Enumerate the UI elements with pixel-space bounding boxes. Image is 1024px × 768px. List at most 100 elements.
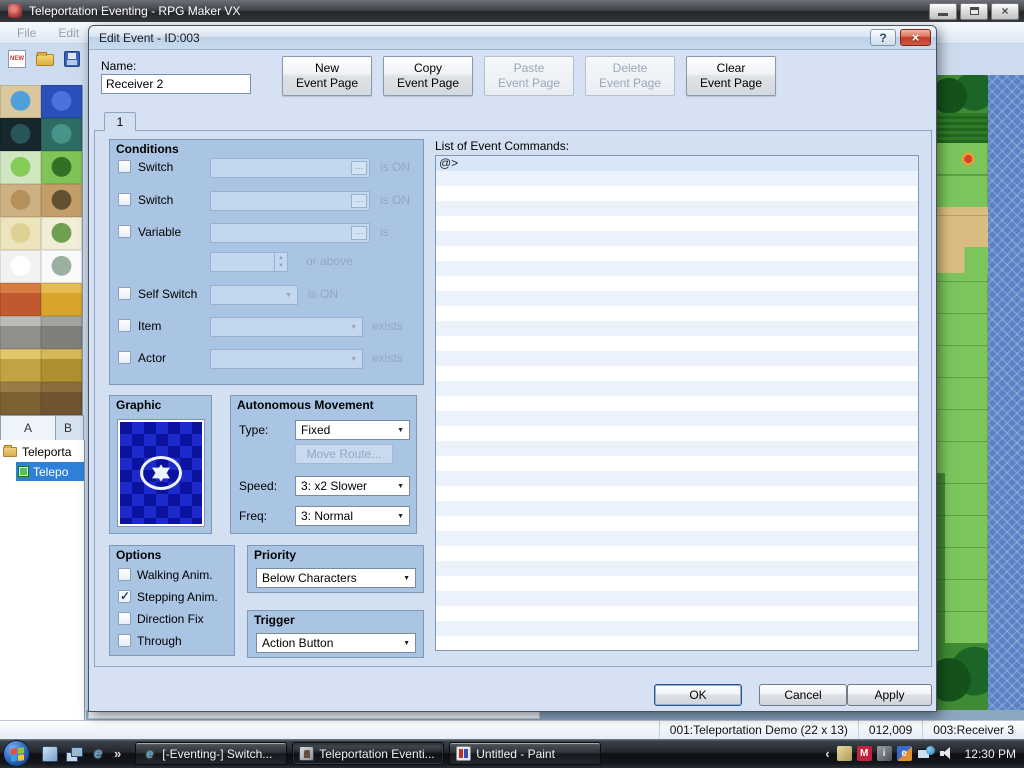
mcafee-icon[interactable]: M <box>857 746 872 761</box>
map-tile-tree[interactable] <box>936 75 988 113</box>
tileset-tile[interactable] <box>0 283 41 316</box>
map-tile-tree[interactable] <box>936 643 988 710</box>
trigger-title: Trigger <box>254 613 295 627</box>
switch-windows-icon[interactable] <box>66 746 82 762</box>
new-project-icon[interactable] <box>8 50 26 68</box>
scheduler-icon[interactable] <box>837 746 852 761</box>
open-project-icon[interactable] <box>36 54 54 66</box>
tileset-tile[interactable] <box>41 118 82 151</box>
task-button-rpg-maker[interactable]: Teleportation Eventi... <box>292 742 444 765</box>
tileset-tile[interactable] <box>41 349 82 382</box>
start-button[interactable] <box>3 740 30 767</box>
actor-checkbox[interactable] <box>118 351 131 364</box>
tileset-tile[interactable] <box>0 382 41 415</box>
through-checkbox[interactable] <box>118 634 131 647</box>
tree-item-project[interactable]: Teleporta <box>0 440 84 461</box>
tileset-tile[interactable] <box>0 250 41 283</box>
event-commands-list[interactable]: @> <box>435 155 919 651</box>
movement-speed-combo[interactable]: 3: x2 Slower <box>295 476 410 496</box>
map-tile-bush[interactable] <box>936 113 988 143</box>
quick-launch-overflow-chevron[interactable]: » <box>114 746 121 761</box>
menu-edit[interactable]: Edit <box>47 26 90 40</box>
network-icon[interactable] <box>917 746 935 761</box>
self-switch-checkbox[interactable] <box>118 287 131 300</box>
ok-button[interactable]: OK <box>654 684 742 706</box>
tileset-tile[interactable] <box>41 151 82 184</box>
button-label: Copy <box>414 61 442 76</box>
tileset-tile[interactable] <box>0 316 41 349</box>
tileset-tile[interactable] <box>0 85 41 118</box>
apply-button[interactable]: Apply <box>847 684 932 706</box>
quick-launch: e <box>42 746 106 762</box>
tileset-tile[interactable] <box>41 283 82 316</box>
e-tray-icon[interactable]: e <box>897 746 912 761</box>
minimize-button[interactable] <box>929 3 957 20</box>
tileset-tile[interactable] <box>0 184 41 217</box>
tileset-tile[interactable] <box>0 349 41 382</box>
tileset-tab-a[interactable]: A <box>0 415 56 440</box>
tileset-tile[interactable] <box>41 217 82 250</box>
walking-anim-checkbox[interactable] <box>118 568 131 581</box>
map-tile-flower[interactable] <box>936 143 988 175</box>
dialog-close-button[interactable] <box>900 29 931 46</box>
clock[interactable]: 12:30 PM <box>965 747 1016 761</box>
movement-freq-combo[interactable]: 3: Normal <box>295 506 410 526</box>
priority-combo[interactable]: Below Characters <box>256 568 416 588</box>
tileset-tile[interactable] <box>0 217 41 250</box>
clear-event-page-button[interactable]: Clear Event Page <box>686 56 776 96</box>
direction-fix-checkbox[interactable] <box>118 612 131 625</box>
map-tile-grass[interactable] <box>936 175 988 207</box>
tray-collapse-chevron[interactable]: ‹ <box>825 746 829 761</box>
item-checkbox[interactable] <box>118 319 131 332</box>
scrollbar-thumb[interactable] <box>88 711 540 719</box>
switch1-checkbox[interactable] <box>118 160 131 173</box>
task-button-browser[interactable]: e [-Eventing-] Switch... <box>135 742 287 765</box>
cancel-button[interactable]: Cancel <box>759 684 847 706</box>
ellipsis-button <box>351 194 367 208</box>
tree-item-map[interactable]: Telepo <box>0 462 84 481</box>
tileset-tile[interactable] <box>0 118 41 151</box>
close-button[interactable]: × <box>991 3 1019 20</box>
name-input[interactable] <box>101 74 251 94</box>
tileset-tab-b[interactable]: B <box>56 415 84 440</box>
variable-checkbox[interactable] <box>118 225 131 238</box>
dialog-help-button[interactable]: ? <box>870 29 896 46</box>
internet-explorer-icon[interactable]: e <box>90 746 106 762</box>
map-tile-sand[interactable] <box>936 207 988 247</box>
restore-icon <box>970 7 979 15</box>
save-project-icon[interactable] <box>64 51 80 67</box>
map-tile-sandgrass[interactable] <box>936 247 988 273</box>
tree-item-label: Telepo <box>33 465 68 479</box>
rpg-maker-icon <box>299 746 314 761</box>
tileset-tile[interactable] <box>0 151 41 184</box>
tree-item-selected[interactable]: Telepo <box>16 462 84 481</box>
copy-event-page-button[interactable]: Copy Event Page <box>383 56 473 96</box>
combo-value: Action Button <box>262 636 333 650</box>
stepping-anim-checkbox[interactable] <box>118 590 131 603</box>
movement-type-combo[interactable]: Fixed <box>295 420 410 440</box>
task-label: Teleportation Eventi... <box>319 747 434 761</box>
restore-button[interactable] <box>960 3 988 20</box>
volume-icon[interactable] <box>940 746 956 761</box>
ati-icon[interactable]: i <box>877 746 892 761</box>
event-graphic-preview[interactable] <box>118 420 204 526</box>
command-line[interactable]: @> <box>436 156 918 171</box>
map-tile-grass[interactable] <box>936 273 988 473</box>
tileset-tile[interactable] <box>41 184 82 217</box>
button-label: Delete <box>613 61 648 76</box>
tileset-tile[interactable] <box>41 316 82 349</box>
tileset-palette <box>0 85 83 415</box>
task-button-paint[interactable]: Untitled - Paint <box>449 742 601 765</box>
tileset-tile[interactable] <box>41 250 82 283</box>
show-desktop-icon[interactable] <box>42 746 58 762</box>
tab-page-1[interactable]: 1 <box>104 112 136 131</box>
map-view[interactable] <box>935 75 1024 712</box>
menu-file[interactable]: File <box>6 26 47 40</box>
tileset-tile[interactable] <box>41 85 82 118</box>
tileset-tile[interactable] <box>41 382 82 415</box>
combo-value: 3: x2 Slower <box>301 479 367 493</box>
switch2-checkbox[interactable] <box>118 193 131 206</box>
new-event-page-button[interactable]: New Event Page <box>282 56 372 96</box>
map-tile-grass2[interactable] <box>936 473 988 643</box>
trigger-combo[interactable]: Action Button <box>256 633 416 653</box>
